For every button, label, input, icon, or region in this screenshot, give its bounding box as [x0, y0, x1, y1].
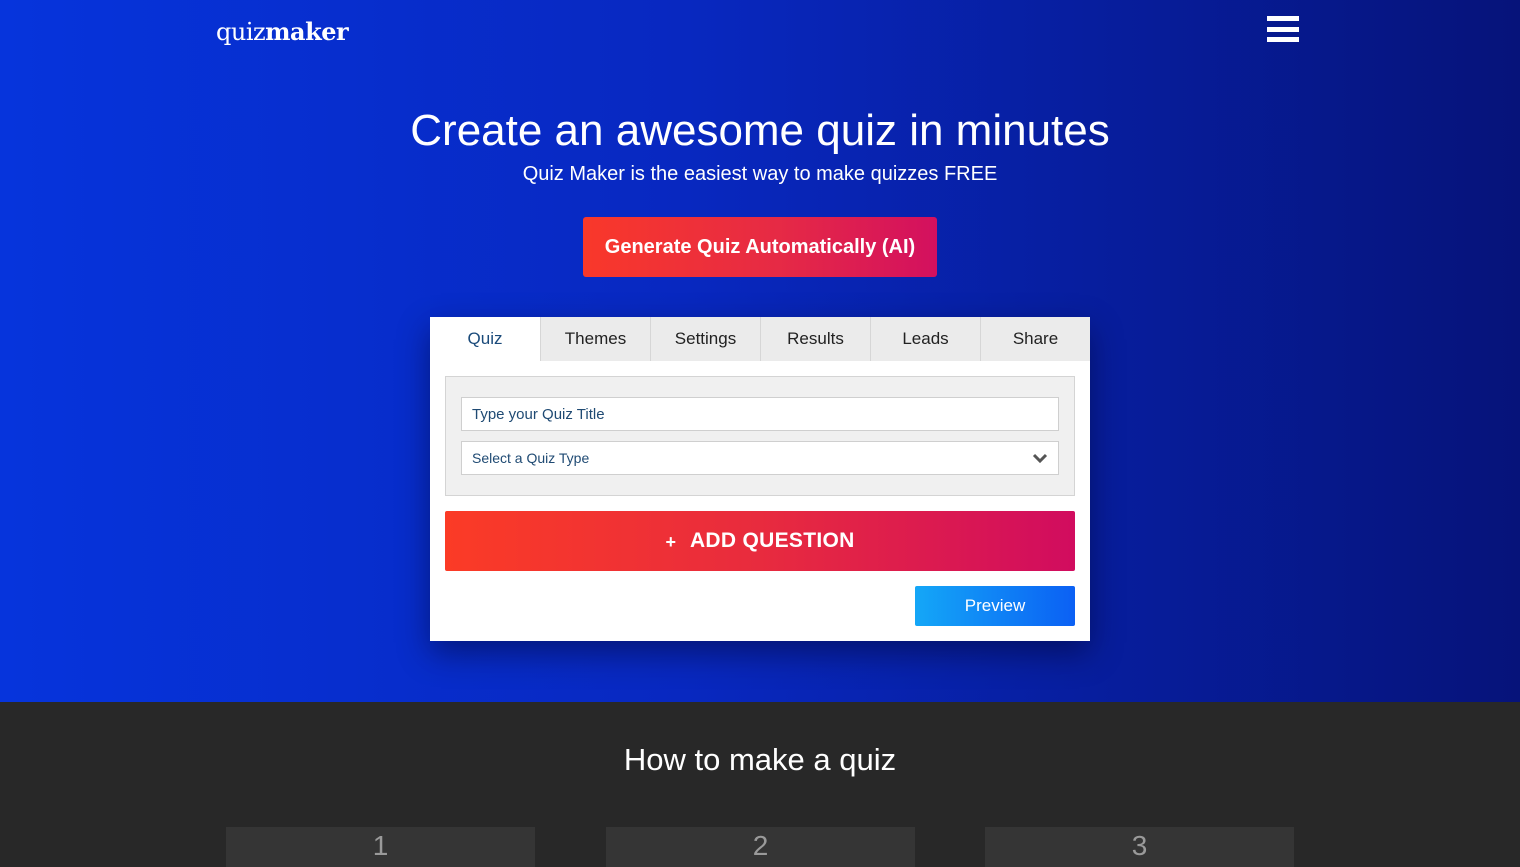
plus-icon: + [665, 531, 676, 552]
add-question-label: ADD QUESTION [689, 529, 855, 552]
quiz-type-selected: Select a Quiz Type [472, 450, 590, 466]
tab-share[interactable]: Share [980, 317, 1090, 361]
menu-bar [1267, 37, 1299, 42]
step-card-1: 1 [226, 827, 535, 867]
hero-title: Create an awesome quiz in minutes [410, 106, 1110, 155]
quiz-type-select[interactable]: Select a Quiz Type [461, 441, 1059, 475]
add-question-button[interactable]: + ADD QUESTION [445, 511, 1075, 571]
hero-subtitle: Quiz Maker is the easiest way to make qu… [522, 163, 998, 185]
logo-bold-text: maker [265, 17, 349, 46]
tab-leads[interactable]: Leads [870, 317, 980, 361]
editor-tabs: Quiz Themes Settings Results Leads Share [430, 317, 1090, 361]
step-card-3: 3 [985, 827, 1294, 867]
tab-results[interactable]: Results [760, 317, 870, 361]
quiz-editor-panel: Quiz Themes Settings Results Leads Share… [430, 317, 1090, 641]
quizmaker-logo[interactable]: quizmaker [216, 17, 349, 46]
logo-light-text: quiz [216, 18, 266, 46]
quiz-title-input[interactable] [461, 397, 1059, 431]
tab-quiz[interactable]: Quiz [430, 317, 540, 361]
hero-section: quizmaker Create an awesome quiz in minu… [0, 0, 1520, 702]
generate-quiz-ai-button[interactable]: Generate Quiz Automatically (AI) [583, 217, 937, 277]
tab-themes[interactable]: Themes [540, 317, 650, 361]
hamburger-menu-icon[interactable] [1267, 16, 1299, 42]
preview-button[interactable]: Preview [915, 586, 1075, 626]
tab-settings[interactable]: Settings [650, 317, 760, 361]
how-to-title: How to make a quiz [623, 742, 897, 777]
menu-bar [1267, 26, 1299, 32]
step-card-2: 2 [606, 827, 915, 867]
quiz-fields-box: Select a Quiz Type [445, 376, 1075, 496]
chevron-down-icon [1032, 453, 1048, 464]
menu-bar [1267, 16, 1299, 21]
